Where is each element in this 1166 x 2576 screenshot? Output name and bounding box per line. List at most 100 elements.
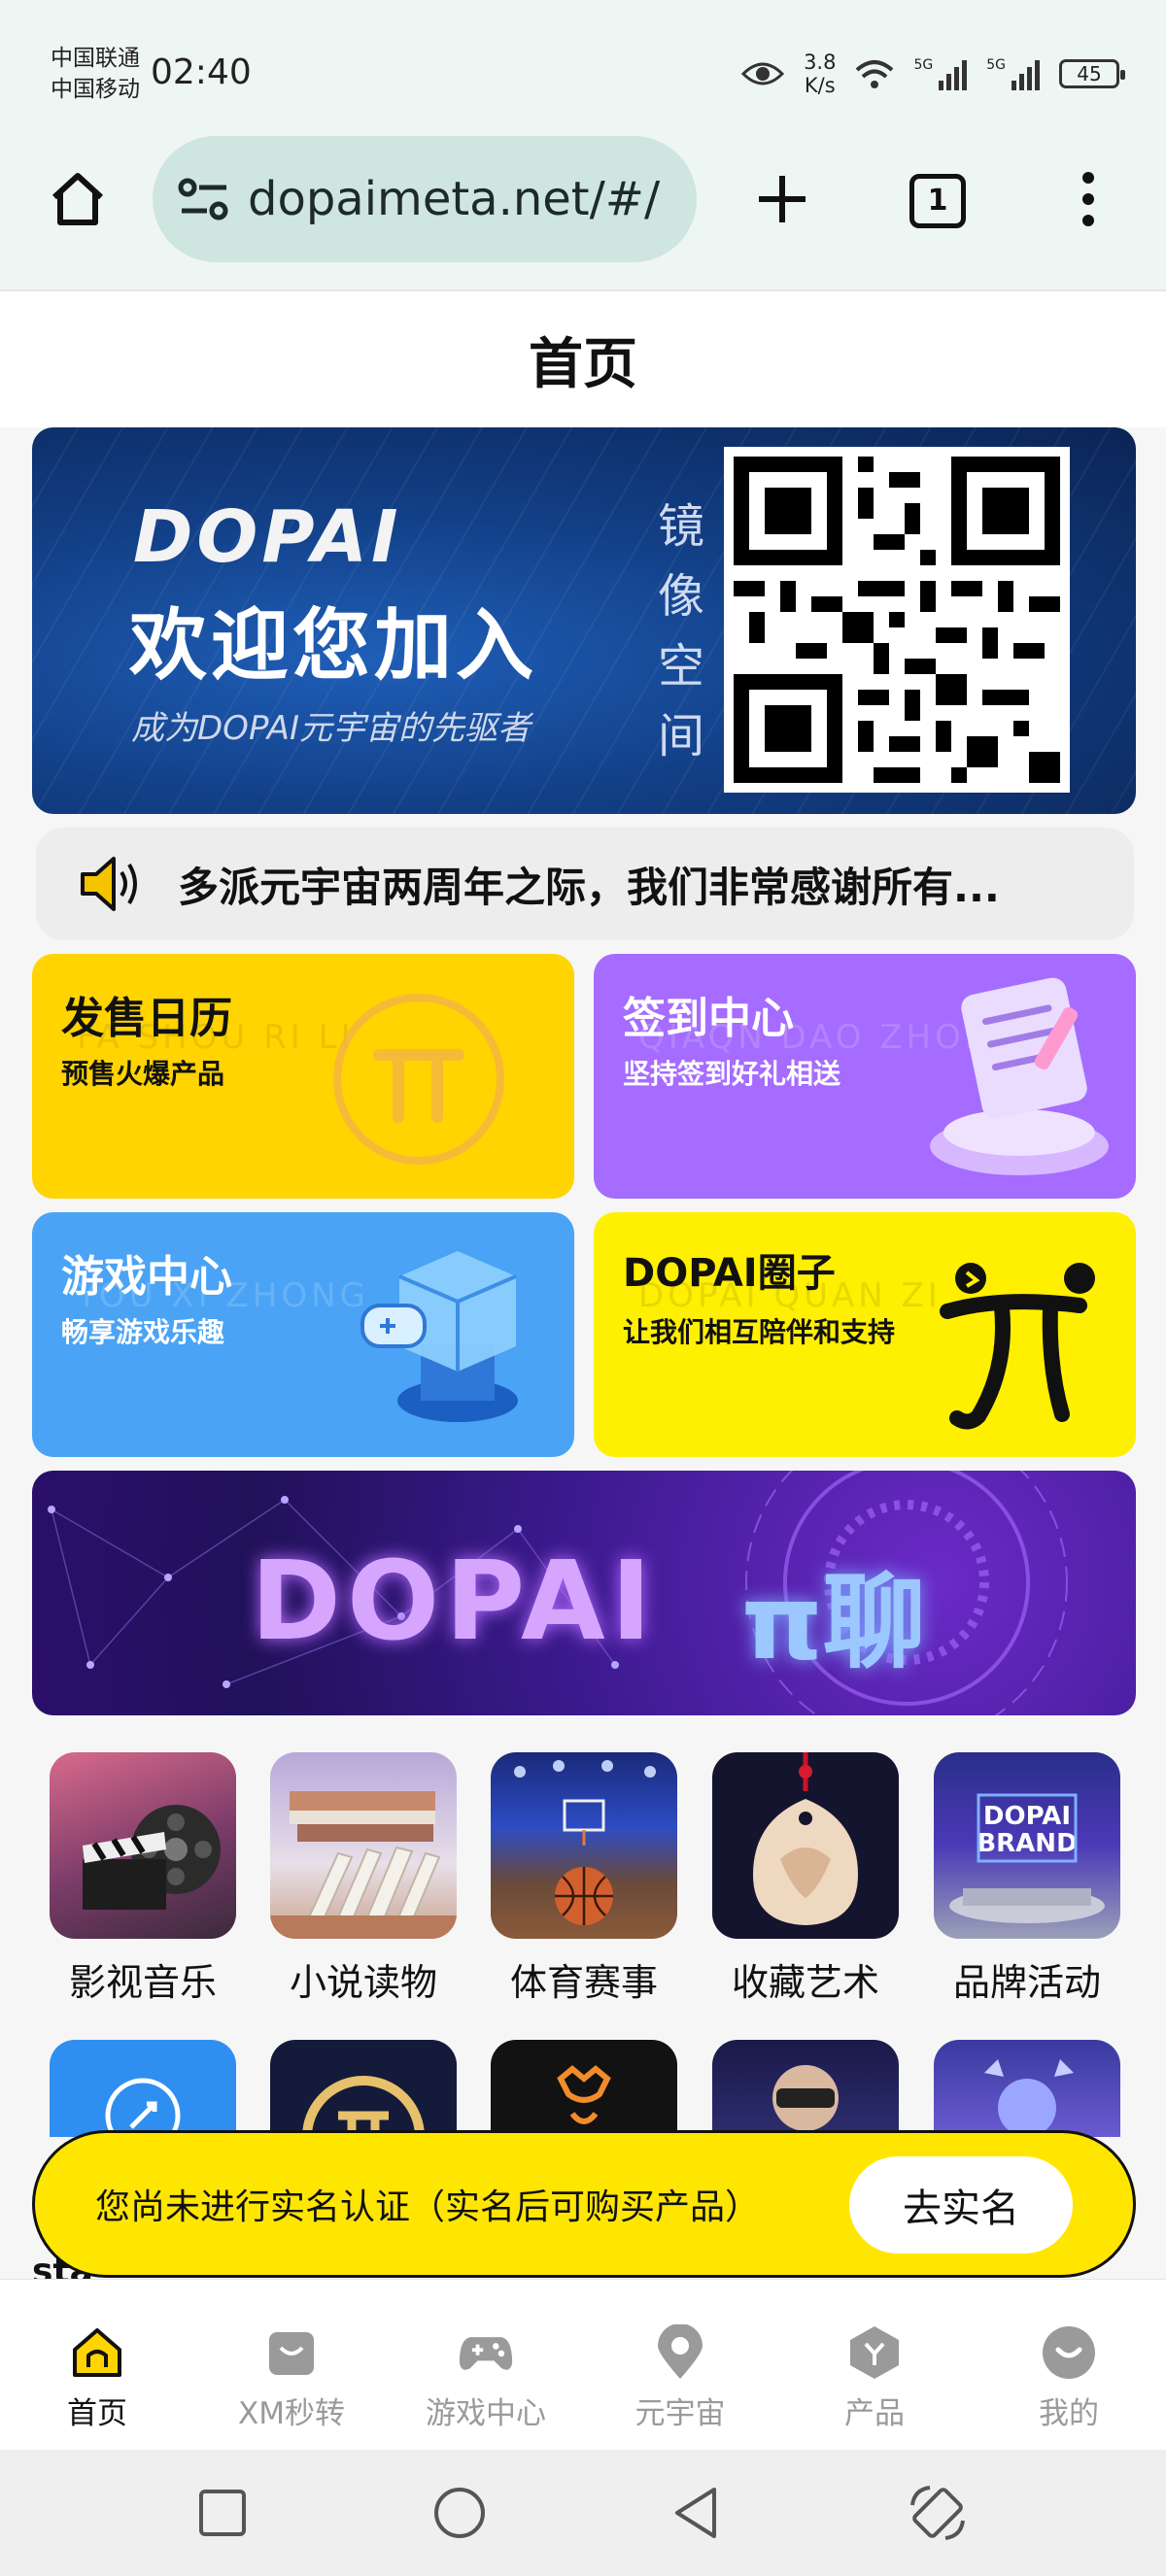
home-icon (51, 173, 104, 225)
tab-metaverse[interactable]: 元宇宙 (583, 2280, 777, 2450)
status-indicators: 3.8 K/s 5G 5G 45 (741, 51, 1125, 97)
tab-label: 元宇宙 (634, 2396, 726, 2431)
card-subtitle: 预售火爆产品 (61, 1058, 225, 1090)
home-button[interactable] (39, 160, 117, 238)
tab-home[interactable]: 首页 (0, 2280, 194, 2450)
pi-coin-icon (302, 2076, 425, 2137)
menu-button[interactable] (1049, 160, 1127, 238)
category-pi-coin[interactable] (270, 2040, 457, 2137)
chat-banner-pi-chat: π聊 (741, 1563, 926, 1682)
sale-calendar-card[interactable]: FA SHOU RI LI 发售日历 预售火爆产品 (32, 954, 574, 1199)
card-subtitle: 畅享游戏乐趣 (61, 1316, 225, 1348)
tab-products[interactable]: 产品 (777, 2280, 972, 2450)
mascot-icon (557, 2065, 611, 2124)
card-subtitle: 让我们相互陪伴和支持 (623, 1316, 896, 1348)
carrier-1: 中国联通 (51, 46, 140, 71)
category-label: 影视音乐 (68, 1961, 217, 2004)
speed-unit: K/s (804, 74, 836, 97)
new-tab-button[interactable] (743, 160, 821, 238)
page-header: 首页 (0, 289, 1166, 427)
plus-icon (759, 176, 806, 222)
checkin-center-card[interactable]: QIAQN DAO ZHONG 签到中心 坚持签到好礼相送 (594, 954, 1136, 1199)
category-mascot[interactable] (491, 2040, 677, 2137)
location-pin-icon (652, 2324, 708, 2381)
category-brand-events[interactable]: DOPAI BRAND 品牌活动 (934, 1752, 1120, 2006)
card-title: 游戏中心 (61, 1252, 232, 1302)
verification-message: 您尚未进行实名认证（实名后可购买产品） (95, 2187, 761, 2227)
page-title: 首页 (529, 332, 637, 396)
card-title: 发售日历 (61, 994, 232, 1043)
tab-count: 1 (909, 174, 966, 228)
site-settings-icon[interactable] (178, 178, 230, 220)
carrier-2: 中国移动 (51, 77, 140, 102)
recent-apps-icon[interactable] (197, 2488, 248, 2538)
pi-coin-icon (333, 994, 504, 1165)
banner-welcome: 欢迎您加入 (129, 600, 537, 691)
system-navigation-bar (0, 2450, 1166, 2576)
banner-brand: DOPAI (133, 495, 402, 579)
bottom-tab-bar: 首页 XM秒转 游戏中心 元宇宙 产品 我的 (0, 2279, 1166, 2450)
hexagon-product-icon (846, 2324, 903, 2381)
home-circle-icon[interactable] (432, 2486, 487, 2540)
welcome-banner[interactable]: DOPAI 欢迎您加入 成为DOPAI元宇宙的先驱者 镜 像 空 间 (32, 427, 1136, 814)
vertical-char-2: 像 (657, 569, 704, 624)
tab-label: 我的 (1039, 2396, 1099, 2431)
category-collectibles[interactable]: 收藏艺术 (712, 1752, 899, 2006)
clock: 02:40 (151, 52, 252, 92)
card-title: DOPAI圈子 (623, 1251, 836, 1296)
category-vr[interactable] (712, 2040, 899, 2137)
game-center-card[interactable]: YOU XI ZHONG 游戏中心 畅享游戏乐趣 (32, 1212, 574, 1457)
brand-stage-icon: DOPAI BRAND (934, 1752, 1120, 1939)
category-label: 小说读物 (289, 1961, 437, 2004)
tab-switcher-button[interactable]: 1 (899, 170, 977, 232)
announcement-bar[interactable]: 多派元宇宙两周年之际，我们非常感谢所有... (36, 828, 1134, 940)
net-type-2: 5G (986, 57, 1006, 73)
url-text[interactable]: dopaimeta.net/#/ (248, 172, 675, 226)
banner-vertical-text: 镜 像 空 间 (652, 491, 710, 771)
qr-code-image (724, 447, 1070, 793)
more-vertical-icon (1082, 172, 1094, 226)
category-sports[interactable]: 体育赛事 (491, 1752, 677, 2006)
scroll-podium-icon (930, 977, 1109, 1175)
address-bar[interactable]: dopaimeta.net/#/ (153, 136, 697, 262)
real-name-verification-bar: 您尚未进行实名认证（实名后可购买产品） 去实名 (32, 2130, 1136, 2278)
category-novels[interactable]: 小说读物 (270, 1752, 457, 2006)
speed-value: 3.8 (804, 51, 837, 74)
vr-headset-icon (772, 2065, 839, 2131)
books-icon (270, 1752, 457, 1939)
category-film-music[interactable]: 影视音乐 (50, 1752, 236, 2006)
tab-profile[interactable]: 我的 (972, 2280, 1166, 2450)
rotate-screen-icon[interactable] (907, 2482, 969, 2544)
vertical-char-1: 镜 (657, 499, 704, 554)
back-icon[interactable] (671, 2486, 722, 2540)
announcement-text: 多派元宇宙两周年之际，我们非常感谢所有... (178, 863, 1000, 911)
net-type-1: 5G (913, 57, 934, 73)
rocket-icon (105, 2078, 181, 2137)
basketball-icon (491, 1752, 677, 1939)
browser-chrome: 中国联通 中国移动 02:40 3.8 K/s 5G 5G 45 dopaime… (0, 0, 1166, 289)
tab-xm-transfer[interactable]: XM秒转 (194, 2280, 389, 2450)
category-label: 收藏艺术 (731, 1961, 879, 2004)
category-label: 品牌活动 (952, 1961, 1101, 2004)
battery-icon: 45 (1059, 59, 1125, 88)
dopai-chat-banner[interactable]: DOPAI π聊 (32, 1471, 1136, 1715)
category-character[interactable] (934, 2040, 1120, 2137)
gamepad-icon (458, 2324, 514, 2381)
category-rocket[interactable] (50, 2040, 236, 2137)
status-bar: 中国联通 中国移动 02:40 3.8 K/s 5G 5G 45 (0, 0, 1166, 146)
jade-pendant-icon (712, 1752, 899, 1939)
tab-game-center[interactable]: 游戏中心 (389, 2280, 583, 2450)
character-icon (984, 2059, 1074, 2137)
signal-2-icon: 5G (986, 57, 1040, 90)
verify-now-button[interactable]: 去实名 (849, 2156, 1073, 2254)
banner-subtitle: 成为DOPAI元宇宙的先驱者 (131, 709, 532, 748)
film-reel-icon (50, 1752, 236, 1939)
dopai-circle-card[interactable]: DOPAI QUAN ZI DOPAI圈子 让我们相互陪伴和支持 (594, 1212, 1136, 1457)
gamepad-cube-icon (360, 1251, 518, 1422)
speaker-icon (81, 857, 137, 911)
tab-label: 产品 (844, 2396, 905, 2431)
vertical-char-3: 空 (657, 639, 704, 694)
tab-label: 首页 (67, 2396, 127, 2431)
network-speed: 3.8 K/s (804, 51, 836, 97)
home-icon (69, 2324, 125, 2381)
